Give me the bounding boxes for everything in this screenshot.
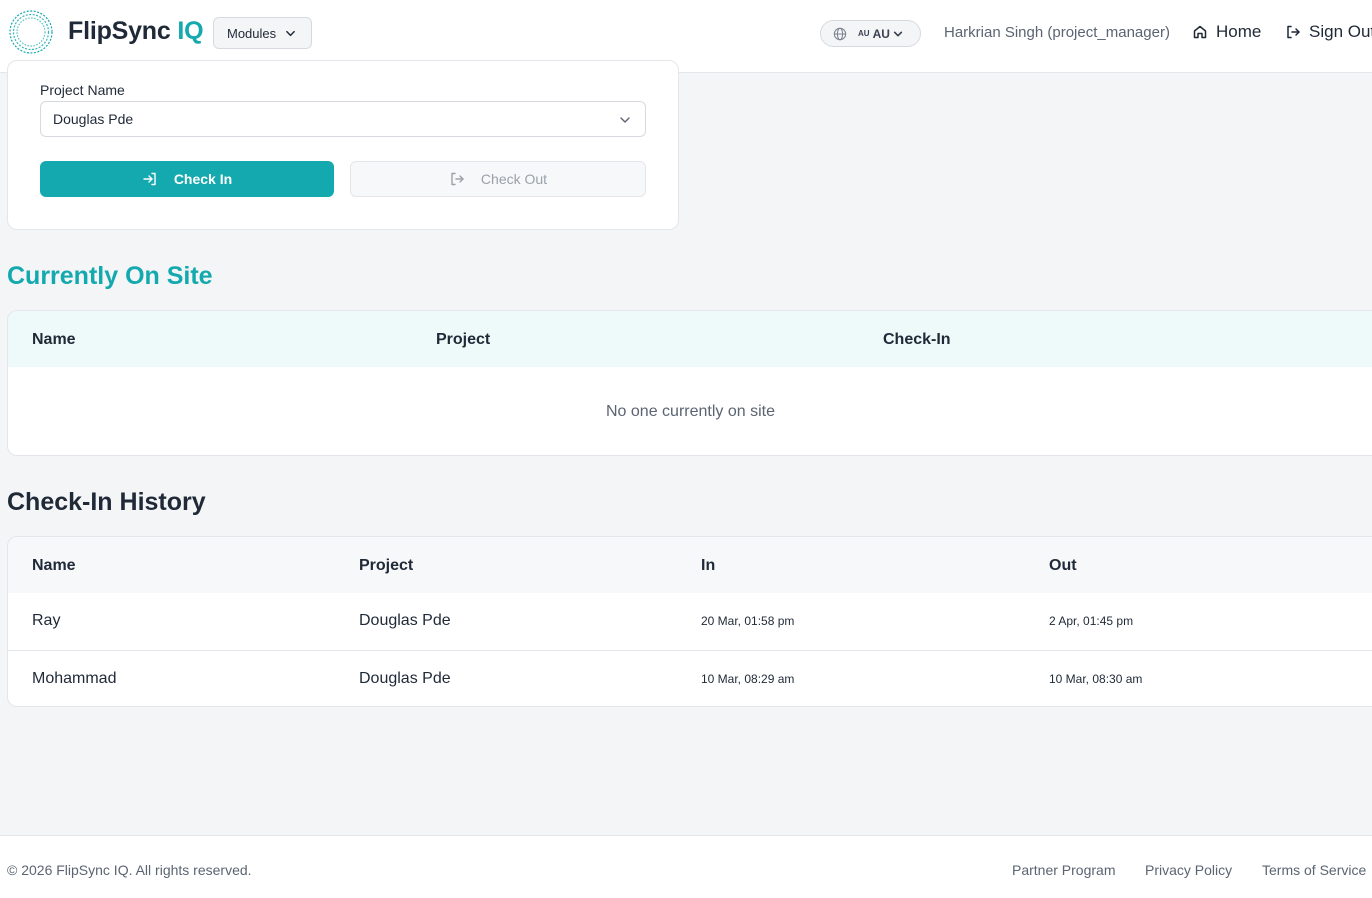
currently-on-site-title: Currently On Site [7,262,213,290]
column-header-project: Project [436,331,491,348]
cell-out: 10 Mar, 08:30 am [1049,672,1143,686]
partner-program-link[interactable]: Partner Program [1012,862,1115,878]
cell-out: 2 Apr, 01:45 pm [1049,614,1134,628]
table-row[interactable]: Mohammad Douglas Pde 10 Mar, 08:29 am 10… [8,650,1372,706]
cell-project: Douglas Pde [359,670,451,687]
project-name-select[interactable]: Douglas Pde [40,101,646,137]
cell-in: 20 Mar, 01:58 pm [701,614,795,628]
project-name-value: Douglas Pde [53,111,134,127]
copyright-text: © 2026 FlipSync IQ. All rights reserved. [7,862,252,878]
brand-name[interactable]: FlipSync IQ [68,17,204,46]
check-out-button[interactable]: Check Out [350,161,646,197]
current-user-label: Harkrian Singh (project_manager) [944,24,1170,41]
history-table-body: Ray Douglas Pde 20 Mar, 01:58 pm 2 Apr, … [8,593,1372,706]
cell-project: Douglas Pde [359,612,451,629]
column-header-name: Name [32,557,76,574]
home-icon [1193,25,1207,39]
brand-main: FlipSync [68,17,171,45]
chevron-down-icon [286,30,296,36]
history-table-header: Name Project In Out [8,537,1372,593]
modules-dropdown-button[interactable]: Modules [213,17,312,49]
check-in-label: Check In [173,171,233,187]
brand-accent: IQ [177,17,204,45]
check-in-history-title: Check-In History [7,488,206,516]
column-header-out: Out [1049,557,1077,574]
flipsync-logo-icon[interactable] [8,9,54,55]
check-out-label: Check Out [480,171,548,187]
home-link[interactable]: Home [1192,22,1261,42]
empty-state-message: No one currently on site [606,403,775,420]
on-site-table: Name Project Check-In No one currently o… [7,310,1372,456]
home-label: Home [1216,22,1262,41]
locale-flag: AU [858,29,870,38]
privacy-policy-link[interactable]: Privacy Policy [1145,862,1232,878]
chevron-down-icon [893,31,903,36]
globe-icon [833,27,847,40]
terms-of-service-link[interactable]: Terms of Service [1262,862,1366,878]
page-footer: © 2026 FlipSync IQ. All rights reserved.… [0,835,1372,898]
history-table: Name Project In Out Ray Douglas Pde 20 M… [7,536,1372,707]
sign-out-icon [451,172,464,186]
column-header-in: In [701,557,716,574]
project-name-label: Project Name [40,82,125,98]
locale-code: AU [872,26,890,41]
check-in-button[interactable]: Check In [40,161,334,197]
cell-name: Ray [32,612,61,629]
column-header-project: Project [359,557,414,574]
column-header-check-in: Check-In [883,331,951,348]
cell-in: 10 Mar, 08:29 am [701,672,795,686]
chevron-down-icon [620,117,630,123]
locale-selector[interactable]: AU AU [820,20,921,47]
sign-in-icon [143,172,156,186]
on-site-table-header: Name Project Check-In [8,311,1372,367]
cell-name: Mohammad [32,670,117,687]
modules-label: Modules [227,25,277,41]
sign-out-label: Sign Out [1309,22,1372,41]
table-row[interactable]: Ray Douglas Pde 20 Mar, 01:58 pm 2 Apr, … [8,593,1372,650]
column-header-name: Name [32,331,76,348]
sign-out-icon [1287,25,1300,39]
sign-out-link[interactable]: Sign Out [1285,22,1372,42]
